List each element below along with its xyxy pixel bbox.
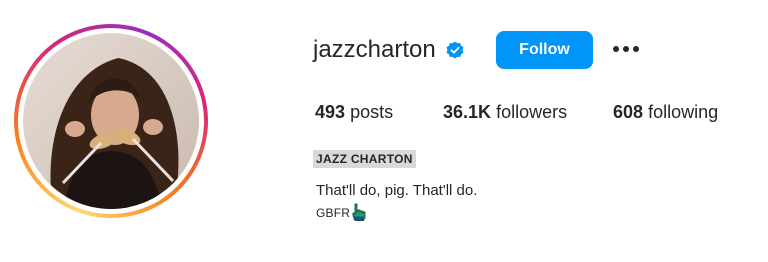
profile-photo <box>23 33 199 209</box>
followers-label: followers <box>496 102 568 122</box>
followers-stat[interactable]: 36.1K followers <box>443 102 567 123</box>
following-label: following <box>648 102 719 122</box>
bio-text: That'll do, pig. That'll do. <box>316 182 478 199</box>
profile-header: jazzcharton <box>313 31 466 69</box>
avatar[interactable] <box>23 33 199 209</box>
followers-count: 36.1K <box>443 102 492 122</box>
following-stat[interactable]: 608 following <box>613 102 718 123</box>
dot <box>623 46 629 52</box>
following-count: 608 <box>613 102 644 122</box>
posts-stat: 493 posts <box>315 102 393 123</box>
pointing-hand-icon <box>351 203 367 222</box>
bio-tag-text: GBFR <box>316 206 351 220</box>
dot <box>633 46 639 52</box>
more-options-icon[interactable] <box>613 42 639 56</box>
posts-label: posts <box>350 102 394 122</box>
dot <box>613 46 619 52</box>
full-name: JAZZ CHARTON <box>313 150 416 168</box>
username[interactable]: jazzcharton <box>313 38 436 62</box>
follow-button[interactable]: Follow <box>496 31 593 69</box>
verified-badge-icon <box>444 39 466 61</box>
story-ring[interactable] <box>14 24 208 218</box>
bio-tag: GBFR <box>316 203 367 222</box>
avatar-border <box>18 28 204 214</box>
posts-count: 493 <box>315 102 346 122</box>
